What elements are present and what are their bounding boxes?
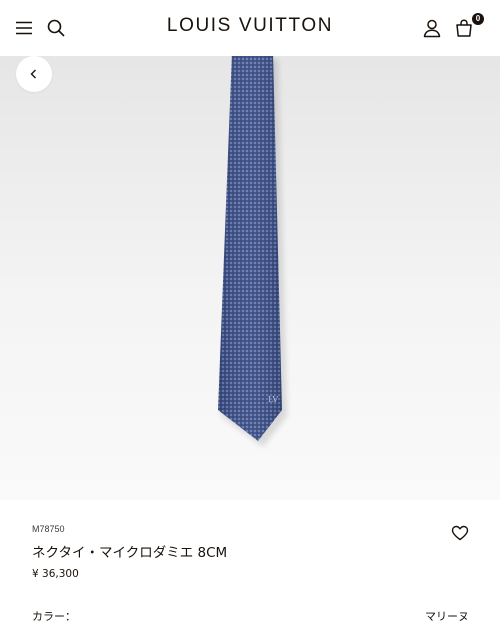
- heart-icon: [451, 525, 469, 541]
- back-button[interactable]: [16, 56, 52, 92]
- user-icon[interactable]: [420, 16, 444, 40]
- wishlist-button[interactable]: [449, 522, 471, 544]
- product-details: M78750 ネクタイ・マイクロダミエ 8CM ¥ 36,300 カラー： マリ…: [0, 500, 500, 633]
- site-header: LOUIS VUITTON 0: [0, 0, 500, 56]
- color-selector[interactable]: マリーヌ: [425, 608, 469, 624]
- necktie-image: LV: [218, 56, 287, 447]
- chevron-left-icon: [30, 69, 36, 79]
- product-title: ネクタイ・マイクロダミエ 8CM: [32, 545, 228, 561]
- product-image-area: LV: [0, 56, 500, 500]
- product-price: ¥ 36,300: [32, 568, 79, 580]
- product-sku: M78750: [32, 524, 65, 534]
- svg-text:LV: LV: [268, 395, 278, 404]
- bag-count-badge: 0: [472, 13, 484, 25]
- color-label: カラー：: [32, 610, 76, 623]
